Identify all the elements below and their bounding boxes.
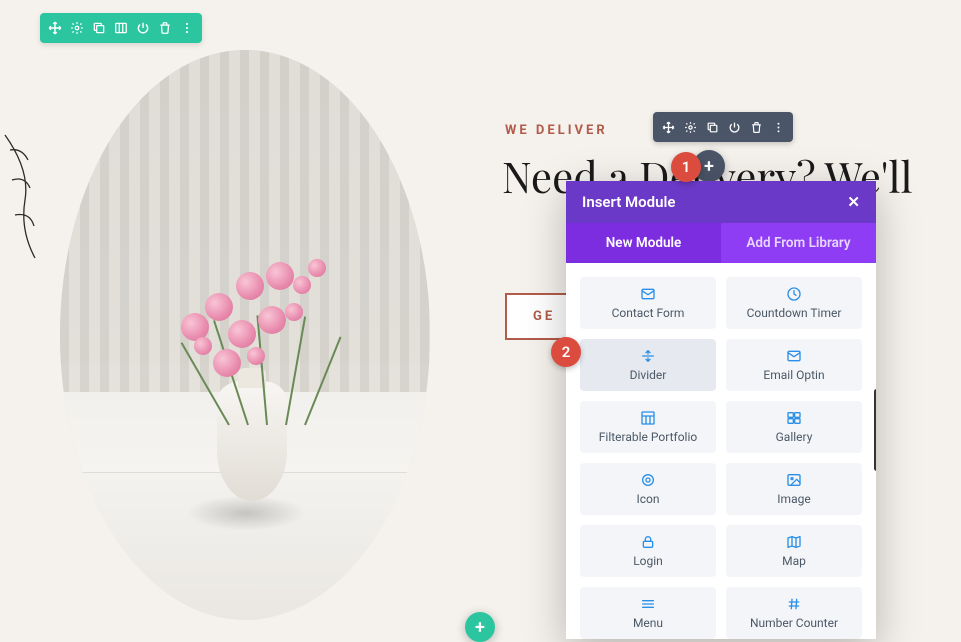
more-icon[interactable] (767, 116, 789, 138)
clock-icon (786, 286, 802, 302)
module-label: Number Counter (750, 616, 838, 630)
module-email-optin[interactable]: Email Optin (726, 339, 862, 391)
module-label: Login (633, 554, 663, 568)
module-label: Menu (633, 616, 663, 630)
mail-icon (786, 348, 802, 364)
power-icon[interactable] (723, 116, 745, 138)
module-login[interactable]: Login (580, 525, 716, 577)
modal-tabs: New Module Add From Library (566, 223, 876, 263)
more-icon[interactable] (176, 17, 198, 39)
module-number-counter[interactable]: Number Counter (726, 587, 862, 639)
close-icon[interactable]: ✕ (847, 193, 860, 211)
tab-new-module[interactable]: New Module (566, 223, 721, 263)
gear-icon[interactable] (679, 116, 701, 138)
module-map[interactable]: Map (726, 525, 862, 577)
gallery-icon (786, 410, 802, 426)
tab-add-from-library[interactable]: Add From Library (721, 223, 876, 263)
module-toolbar (653, 112, 793, 142)
power-icon[interactable] (132, 17, 154, 39)
modal-title: Insert Module (582, 193, 675, 211)
duplicate-icon[interactable] (88, 17, 110, 39)
modal-header: Insert Module ✕ (566, 181, 876, 223)
module-image[interactable]: Image (726, 463, 862, 515)
gear-icon[interactable] (66, 17, 88, 39)
module-label: Contact Form (612, 306, 685, 320)
grid-icon (640, 410, 656, 426)
module-menu[interactable]: Menu (580, 587, 716, 639)
eyebrow-text: WE DELIVER (505, 123, 608, 138)
module-label: Filterable Portfolio (599, 430, 697, 444)
module-gallery[interactable]: Gallery (726, 401, 862, 453)
module-divider[interactable]: Divider (580, 339, 716, 391)
map-icon (786, 534, 802, 550)
image-icon (786, 472, 802, 488)
trash-icon[interactable] (154, 17, 176, 39)
decorative-branch (0, 130, 60, 260)
columns-icon[interactable] (110, 17, 132, 39)
module-label: Email Optin (763, 368, 824, 382)
module-contact-form[interactable]: Contact Form (580, 277, 716, 329)
module-label: Image (777, 492, 810, 506)
step-badge-2: 2 (551, 337, 581, 367)
move-icon[interactable] (44, 17, 66, 39)
module-label: Divider (630, 368, 667, 382)
move-icon[interactable] (657, 116, 679, 138)
step-badge-1: 1 (671, 152, 701, 182)
scrollbar-thumb[interactable] (874, 389, 876, 471)
module-label: Gallery (776, 430, 813, 444)
hero-image-oval (60, 50, 430, 620)
module-label: Countdown Timer (747, 306, 842, 320)
mail-icon (640, 286, 656, 302)
module-filterable-portfolio[interactable]: Filterable Portfolio (580, 401, 716, 453)
module-countdown-timer[interactable]: Countdown Timer (726, 277, 862, 329)
menu-icon (640, 596, 656, 612)
trash-icon[interactable] (745, 116, 767, 138)
duplicate-icon[interactable] (701, 116, 723, 138)
hash-icon (786, 596, 802, 612)
insert-module-modal: Insert Module ✕ New Module Add From Libr… (566, 181, 876, 639)
section-toolbar (40, 13, 202, 43)
lock-icon (640, 534, 656, 550)
module-label: Icon (636, 492, 659, 506)
module-list: Contact Form Countdown Timer Divider Email … (566, 263, 876, 639)
divider-icon (640, 348, 656, 364)
target-icon (640, 472, 656, 488)
module-label: Map (782, 554, 806, 568)
module-icon[interactable]: Icon (580, 463, 716, 515)
